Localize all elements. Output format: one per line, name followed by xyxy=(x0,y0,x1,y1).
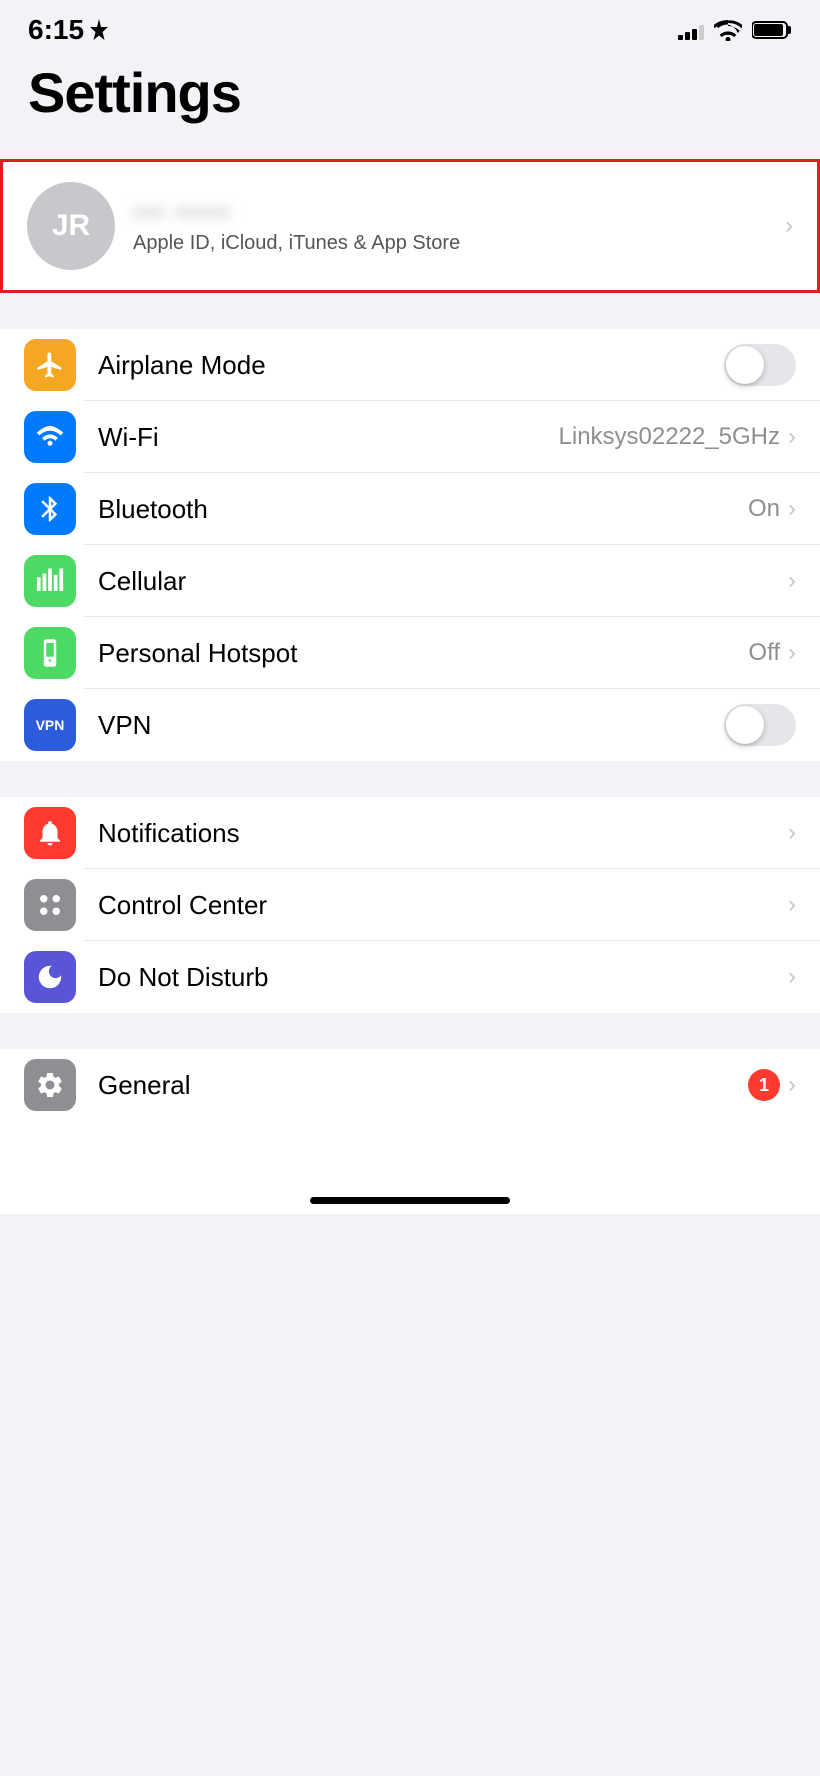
notifications-label: Notifications xyxy=(98,818,788,849)
general-icon-wrap xyxy=(24,1059,76,1111)
bluetooth-value: On xyxy=(748,495,780,523)
notifications-icon-wrap xyxy=(24,807,76,859)
page-header: Settings xyxy=(0,52,820,141)
control-center-icon xyxy=(35,890,65,920)
dnd-icon-wrap xyxy=(24,951,76,1003)
general-label: General xyxy=(98,1070,748,1101)
cellular-row[interactable]: Cellular › xyxy=(0,545,820,617)
bluetooth-icon xyxy=(35,494,65,524)
cellular-label: Cellular xyxy=(98,566,788,597)
page-title: Settings xyxy=(28,60,792,125)
bluetooth-label: Bluetooth xyxy=(98,494,748,525)
profile-info: ••• ••••• Apple ID, iCloud, iTunes & App… xyxy=(133,197,759,255)
home-bar xyxy=(310,1197,510,1204)
control-center-chevron: › xyxy=(788,891,796,919)
vpn-knob xyxy=(726,706,764,744)
notifications-icon xyxy=(35,818,65,848)
general-group: General 1 › xyxy=(0,1049,820,1121)
time-label: 6:15 xyxy=(28,14,84,46)
profile-name: ••• ••••• xyxy=(133,197,759,228)
hotspot-icon-wrap xyxy=(24,627,76,679)
wifi-row[interactable]: Wi-Fi Linksys02222_5GHz › xyxy=(0,401,820,473)
bluetooth-icon-wrap xyxy=(24,483,76,535)
profile-chevron: › xyxy=(785,212,793,240)
airplane-mode-knob xyxy=(726,346,764,384)
dnd-label: Do Not Disturb xyxy=(98,962,788,993)
wifi-chevron: › xyxy=(788,423,796,451)
wifi-label: Wi-Fi xyxy=(98,422,559,453)
gear-icon xyxy=(35,1070,65,1100)
vpn-text: VPN xyxy=(36,717,65,733)
home-indicator xyxy=(0,1181,820,1214)
profile-subtitle: Apple ID, iCloud, iTunes & App Store xyxy=(133,232,759,255)
status-icons xyxy=(678,19,792,41)
status-bar: 6:15 xyxy=(0,0,820,52)
personal-hotspot-row[interactable]: Personal Hotspot Off › xyxy=(0,617,820,689)
do-not-disturb-row[interactable]: Do Not Disturb › xyxy=(0,941,820,1013)
airplane-mode-toggle[interactable] xyxy=(724,344,796,386)
wifi-icon-wrap xyxy=(24,411,76,463)
wifi-value: Linksys02222_5GHz xyxy=(559,423,780,451)
wifi-settings-icon xyxy=(35,422,65,452)
status-time: 6:15 xyxy=(28,14,108,46)
cellular-chevron: › xyxy=(788,567,796,595)
general-chevron: › xyxy=(788,1071,796,1099)
airplane-mode-icon-wrap xyxy=(24,339,76,391)
hotspot-icon xyxy=(35,638,65,668)
system-group: Notifications › Control Center › Do Not … xyxy=(0,797,820,1013)
vpn-label: VPN xyxy=(98,710,724,741)
battery-icon xyxy=(752,19,792,41)
control-center-label: Control Center xyxy=(98,890,788,921)
vpn-row[interactable]: VPN VPN xyxy=(0,689,820,761)
general-row[interactable]: General 1 › xyxy=(0,1049,820,1121)
notifications-chevron: › xyxy=(788,819,796,847)
control-center-icon-wrap xyxy=(24,879,76,931)
hotspot-value: Off xyxy=(748,639,780,667)
profile-row[interactable]: JR ••• ••••• Apple ID, iCloud, iTunes & … xyxy=(0,159,820,293)
cellular-icon xyxy=(35,566,65,596)
hotspot-chevron: › xyxy=(788,639,796,667)
avatar: JR xyxy=(27,182,115,270)
signal-icon xyxy=(678,20,704,40)
vpn-toggle[interactable] xyxy=(724,704,796,746)
bluetooth-row[interactable]: Bluetooth On › xyxy=(0,473,820,545)
bluetooth-chevron: › xyxy=(788,495,796,523)
moon-icon xyxy=(35,962,65,992)
notifications-row[interactable]: Notifications › xyxy=(0,797,820,869)
location-icon xyxy=(90,19,108,41)
dnd-chevron: › xyxy=(788,963,796,991)
airplane-mode-row[interactable]: Airplane Mode xyxy=(0,329,820,401)
airplane-mode-label: Airplane Mode xyxy=(98,350,724,381)
hotspot-label: Personal Hotspot xyxy=(98,638,748,669)
airplane-icon xyxy=(35,350,65,380)
vpn-icon-wrap: VPN xyxy=(24,699,76,751)
cellular-icon-wrap xyxy=(24,555,76,607)
wifi-icon xyxy=(714,19,742,41)
control-center-row[interactable]: Control Center › xyxy=(0,869,820,941)
general-badge: 1 xyxy=(748,1069,780,1101)
connectivity-group: Airplane Mode Wi-Fi Linksys02222_5GHz › … xyxy=(0,329,820,761)
